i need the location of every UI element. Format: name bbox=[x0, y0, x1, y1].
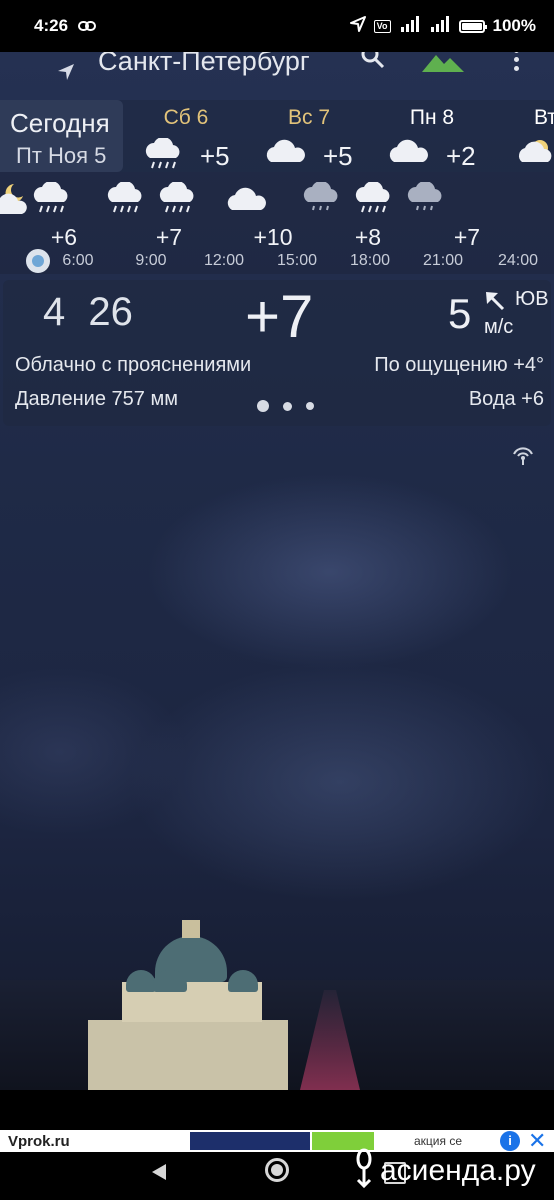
signal-icon bbox=[429, 15, 451, 37]
radar-icon[interactable] bbox=[510, 444, 536, 471]
back-icon[interactable] bbox=[150, 1162, 168, 1188]
day-item[interactable]: Вс 7 +5 bbox=[266, 106, 353, 171]
rain-cloud-icon bbox=[30, 180, 72, 221]
day-item[interactable]: Пн 8 +2 bbox=[389, 106, 476, 171]
status-time: 4:26 bbox=[34, 16, 69, 35]
cloud-icon bbox=[265, 138, 307, 169]
moon-cloud-icon bbox=[0, 182, 28, 221]
day-item[interactable]: Вт bbox=[510, 106, 554, 162]
volte-icon: Vo bbox=[373, 19, 391, 33]
partly-cloudy-icon bbox=[518, 138, 554, 169]
water-temp: Вода +6 bbox=[468, 388, 544, 410]
hour-temp: +6 bbox=[50, 224, 78, 250]
mountain-icon[interactable] bbox=[422, 52, 464, 77]
status-bar: 4:26 Vo 100% bbox=[0, 0, 554, 52]
current-conditions[interactable]: 4 26 +7 5 ЮВ м/с Облачно с прояснениями … bbox=[3, 280, 551, 426]
day-temp: +2 bbox=[446, 141, 476, 171]
hour-temp: +7 bbox=[155, 224, 183, 250]
current-temp: +7 bbox=[245, 283, 314, 350]
watermark-text: асиенда.ру bbox=[380, 1153, 536, 1187]
feels-like: По ощущению +4° bbox=[374, 354, 544, 376]
link-icon bbox=[78, 19, 97, 33]
day-temp: +5 bbox=[200, 141, 230, 171]
day-name: Вс 7 bbox=[287, 106, 331, 129]
day-name: Вт bbox=[534, 106, 554, 129]
day-today[interactable]: Сегодня Пт Ноя 5 bbox=[0, 100, 123, 172]
watermark-logo-icon bbox=[352, 1146, 376, 1195]
ad-left-text: Vprok.ru bbox=[8, 1133, 70, 1150]
rain-cloud-icon bbox=[156, 180, 198, 221]
location-arrow-icon[interactable] bbox=[56, 62, 76, 88]
page-indicator bbox=[257, 400, 314, 412]
wind-speed: 5 bbox=[448, 290, 472, 337]
more-menu-icon[interactable] bbox=[510, 48, 522, 75]
wind-direction-icon bbox=[484, 290, 506, 317]
today-label: Сегодня bbox=[10, 108, 110, 138]
city-skyline bbox=[0, 920, 554, 1090]
day-item[interactable]: Сб 6 +5 bbox=[145, 106, 230, 171]
battery-icon bbox=[458, 19, 487, 33]
today-date: Пт Ноя 5 bbox=[16, 143, 107, 168]
drizzle-cloud-icon bbox=[300, 180, 342, 221]
home-icon[interactable] bbox=[265, 1158, 289, 1182]
wind-direction: ЮВ bbox=[515, 288, 549, 310]
hour-temp: +7 bbox=[453, 224, 481, 250]
hour-time: 9:00 bbox=[135, 252, 167, 269]
battery-percent: 100% bbox=[492, 16, 536, 35]
current-time-marker bbox=[26, 249, 50, 273]
cloud-icon bbox=[226, 186, 272, 217]
hour-time: 21:00 bbox=[422, 252, 464, 269]
pressure: Давление 757 мм bbox=[15, 388, 178, 410]
signal-4g-icon bbox=[399, 15, 421, 37]
rain-cloud-icon bbox=[352, 180, 394, 221]
drizzle-cloud-icon bbox=[404, 180, 446, 221]
cloud-icon bbox=[388, 138, 430, 169]
watermark: асиенда.ру bbox=[352, 1146, 536, 1195]
day-temp: +5 bbox=[323, 141, 353, 171]
hour-time: 15:00 bbox=[276, 252, 318, 269]
rain-cloud-icon bbox=[104, 180, 146, 221]
navigation-arrow-icon bbox=[349, 15, 366, 37]
hour-time: 6:00 bbox=[62, 252, 94, 269]
wind-unit: м/с bbox=[484, 316, 514, 338]
hour-temp: +8 bbox=[354, 224, 382, 250]
day-name: Пн 8 bbox=[409, 106, 455, 129]
current-time: 4 26 bbox=[43, 290, 133, 334]
hourly-forecast[interactable]: +6 +7 +10 +8 +7 6:00 9:00 12:00 15:00 18… bbox=[0, 172, 554, 274]
hour-temp: +10 bbox=[253, 224, 293, 250]
day-name: Сб 6 bbox=[163, 106, 209, 129]
hour-time: 12:00 bbox=[203, 252, 245, 269]
hour-time: 18:00 bbox=[349, 252, 391, 269]
hour-time: 24:00 bbox=[497, 252, 539, 269]
daily-forecast: Сегодня Пт Ноя 5 Сб 6 +5 Вс 7 +5 Пн 8 +2… bbox=[0, 100, 554, 172]
condition-text: Облачно с прояснениями bbox=[15, 354, 252, 376]
